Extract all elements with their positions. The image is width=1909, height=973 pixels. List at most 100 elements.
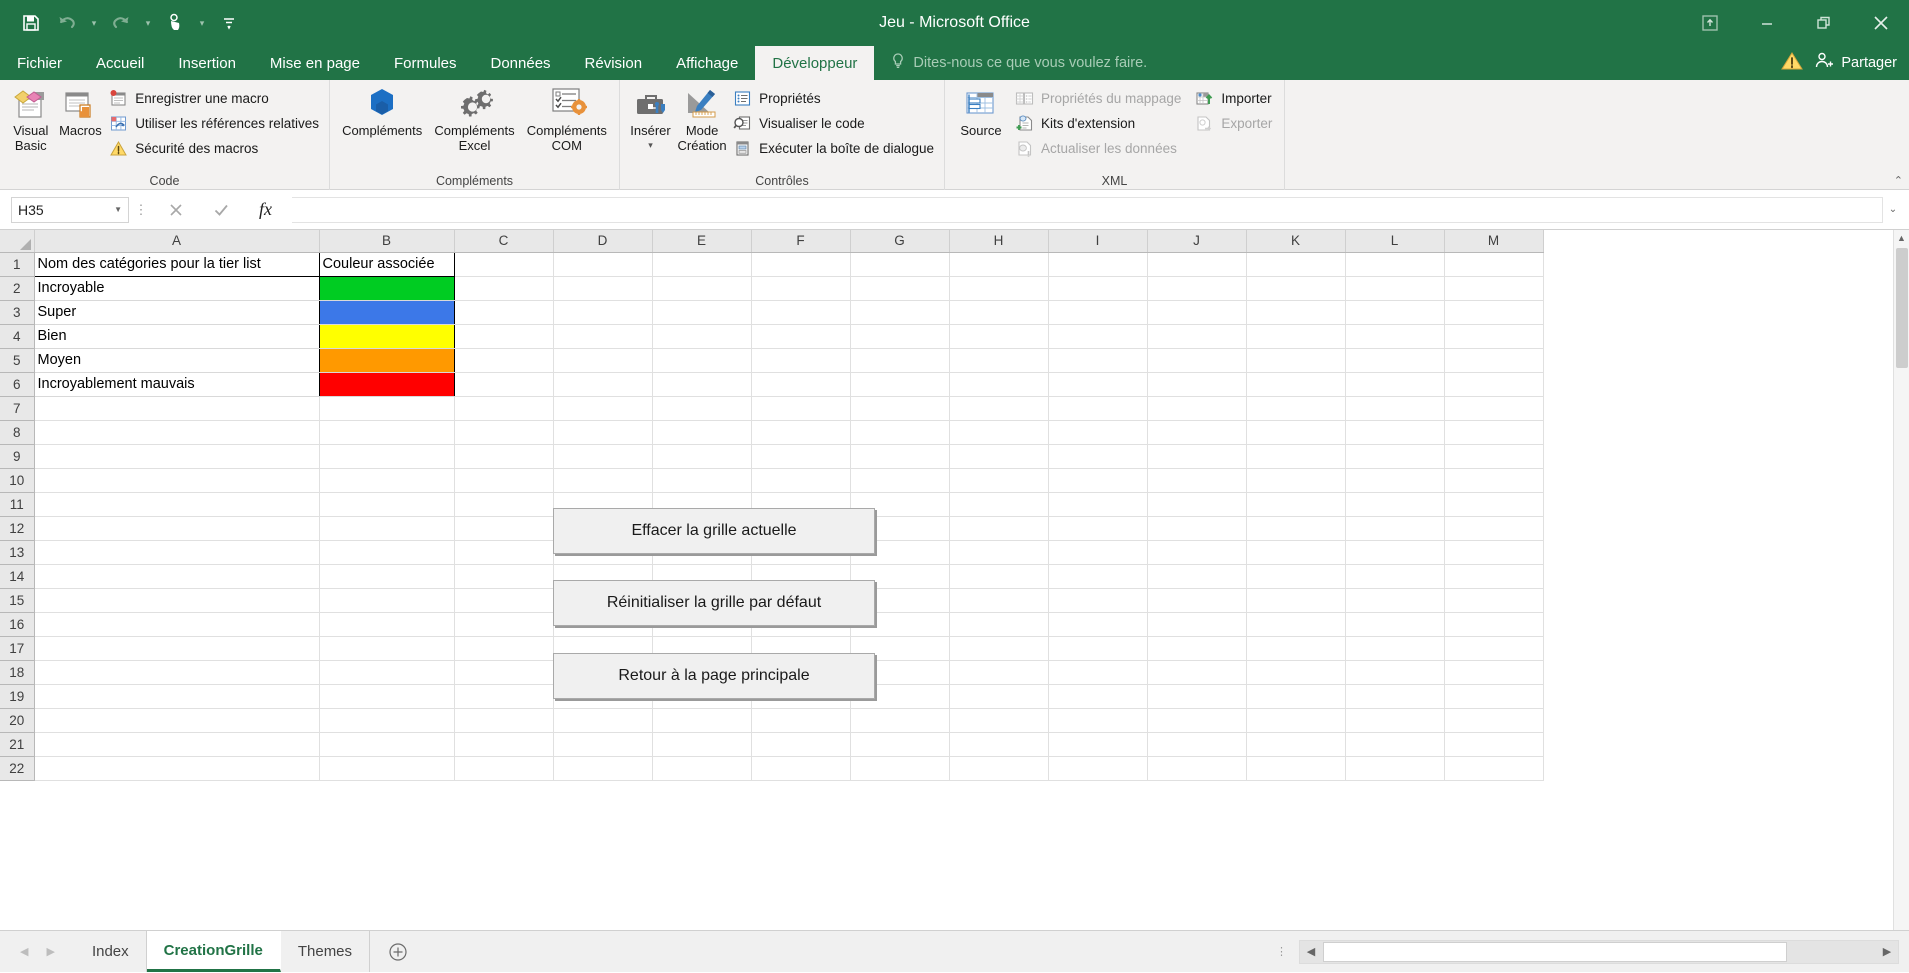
cell-C11[interactable]: [454, 492, 554, 517]
cell-K12[interactable]: [1246, 516, 1346, 541]
cell-E8[interactable]: [652, 420, 752, 445]
cell-H4[interactable]: [949, 324, 1049, 349]
cell-D5[interactable]: [553, 348, 653, 373]
button-reinitialiser-la-grille-par-defaut[interactable]: Réinitialiser la grille par défaut: [553, 580, 875, 626]
cell-F5[interactable]: [751, 348, 851, 373]
row-header-22[interactable]: 22: [0, 756, 35, 781]
cell-I21[interactable]: [1048, 732, 1148, 757]
row-header-12[interactable]: 12: [0, 516, 35, 541]
cell-H15[interactable]: [949, 588, 1049, 613]
cell-E6[interactable]: [652, 372, 752, 397]
scroll-up-icon[interactable]: ▲: [1897, 230, 1906, 246]
cell-A20[interactable]: [34, 708, 320, 733]
cell-A12[interactable]: [34, 516, 320, 541]
cell-J2[interactable]: [1147, 276, 1247, 301]
cell-M5[interactable]: [1444, 348, 1544, 373]
cell-F8[interactable]: [751, 420, 851, 445]
tab-donnees[interactable]: Données: [474, 46, 568, 80]
cell-J1[interactable]: [1147, 252, 1247, 277]
cell-K17[interactable]: [1246, 636, 1346, 661]
cell-C18[interactable]: [454, 660, 554, 685]
cell-K3[interactable]: [1246, 300, 1346, 325]
cell-K21[interactable]: [1246, 732, 1346, 757]
cell-A13[interactable]: [34, 540, 320, 565]
horizontal-scroll-thumb[interactable]: [1323, 941, 1787, 962]
minimize-icon[interactable]: [1738, 0, 1795, 46]
cell-E20[interactable]: [652, 708, 752, 733]
cell-J22[interactable]: [1147, 756, 1247, 781]
cell-L13[interactable]: [1345, 540, 1445, 565]
cell-A15[interactable]: [34, 588, 320, 613]
cell-J8[interactable]: [1147, 420, 1247, 445]
confirm-icon[interactable]: [198, 196, 243, 224]
button-retour-a-la-page-principale[interactable]: Retour à la page principale: [553, 653, 875, 699]
cell-L15[interactable]: [1345, 588, 1445, 613]
cell-G3[interactable]: [850, 300, 950, 325]
column-header-b[interactable]: B: [319, 230, 455, 253]
xml-source-button[interactable]: Source: [951, 84, 1011, 138]
cell-I20[interactable]: [1048, 708, 1148, 733]
cell-M8[interactable]: [1444, 420, 1544, 445]
share-button[interactable]: Partager: [1814, 51, 1897, 75]
cell-H17[interactable]: [949, 636, 1049, 661]
cell-M4[interactable]: [1444, 324, 1544, 349]
cell-M22[interactable]: [1444, 756, 1544, 781]
cell-G4[interactable]: [850, 324, 950, 349]
cell-F22[interactable]: [751, 756, 851, 781]
cell-H16[interactable]: [949, 612, 1049, 637]
cell-B8[interactable]: [319, 420, 455, 445]
visual-basic-button[interactable]: Visual Basic: [6, 84, 56, 153]
warning-icon[interactable]: [1780, 50, 1804, 77]
cell-H19[interactable]: [949, 684, 1049, 709]
cell-K16[interactable]: [1246, 612, 1346, 637]
cell-H12[interactable]: [949, 516, 1049, 541]
cell-C15[interactable]: [454, 588, 554, 613]
cell-J4[interactable]: [1147, 324, 1247, 349]
cell-K9[interactable]: [1246, 444, 1346, 469]
cell-C8[interactable]: [454, 420, 554, 445]
cell-K6[interactable]: [1246, 372, 1346, 397]
cell-I3[interactable]: [1048, 300, 1148, 325]
column-header-c[interactable]: C: [454, 230, 554, 253]
cell-H9[interactable]: [949, 444, 1049, 469]
cell-B9[interactable]: [319, 444, 455, 469]
cell-A2[interactable]: Incroyable: [34, 276, 320, 301]
view-code-button[interactable]: Visualiser le code: [729, 111, 938, 136]
cell-K7[interactable]: [1246, 396, 1346, 421]
row-header-10[interactable]: 10: [0, 468, 35, 493]
cell-K2[interactable]: [1246, 276, 1346, 301]
cell-H8[interactable]: [949, 420, 1049, 445]
row-header-5[interactable]: 5: [0, 348, 35, 373]
cell-A18[interactable]: [34, 660, 320, 685]
cell-E22[interactable]: [652, 756, 752, 781]
cell-M14[interactable]: [1444, 564, 1544, 589]
row-header-15[interactable]: 15: [0, 588, 35, 613]
cell-H6[interactable]: [949, 372, 1049, 397]
cell-H5[interactable]: [949, 348, 1049, 373]
cell-H14[interactable]: [949, 564, 1049, 589]
cell-L14[interactable]: [1345, 564, 1445, 589]
cell-D22[interactable]: [553, 756, 653, 781]
cell-E21[interactable]: [652, 732, 752, 757]
column-header-g[interactable]: G: [850, 230, 950, 253]
cell-G9[interactable]: [850, 444, 950, 469]
cell-L11[interactable]: [1345, 492, 1445, 517]
cell-B4[interactable]: [319, 324, 455, 349]
cell-J18[interactable]: [1147, 660, 1247, 685]
cell-F6[interactable]: [751, 372, 851, 397]
cell-H10[interactable]: [949, 468, 1049, 493]
cell-L9[interactable]: [1345, 444, 1445, 469]
cell-D7[interactable]: [553, 396, 653, 421]
cell-H21[interactable]: [949, 732, 1049, 757]
cell-G5[interactable]: [850, 348, 950, 373]
scroll-right-icon[interactable]: ▶: [1876, 945, 1898, 958]
horizontal-scrollbar[interactable]: ◀ ▶: [1299, 939, 1899, 964]
cell-I7[interactable]: [1048, 396, 1148, 421]
cell-E2[interactable]: [652, 276, 752, 301]
cell-I9[interactable]: [1048, 444, 1148, 469]
macros-button[interactable]: Macros: [56, 84, 106, 138]
cell-G1[interactable]: [850, 252, 950, 277]
row-header-6[interactable]: 6: [0, 372, 35, 397]
tab-mise-en-page[interactable]: Mise en page: [253, 46, 377, 80]
cell-M2[interactable]: [1444, 276, 1544, 301]
